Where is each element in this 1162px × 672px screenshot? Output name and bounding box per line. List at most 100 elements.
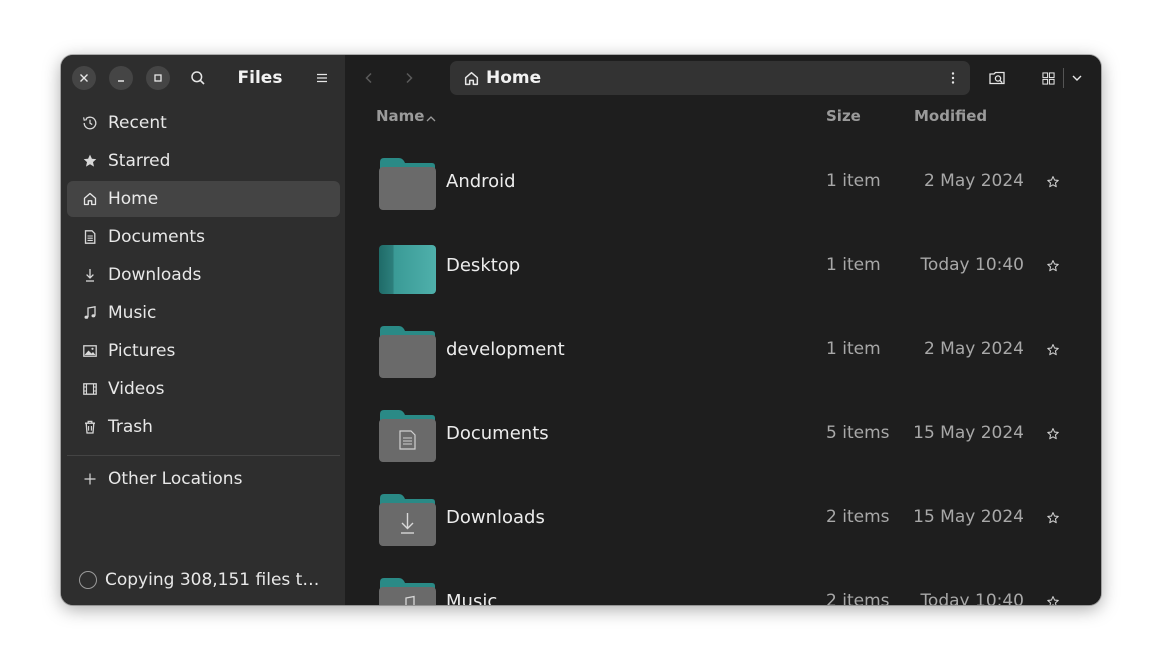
minimize-icon [118,80,124,82]
sidebar-item-label: Videos [108,379,165,399]
folder-icon [379,326,436,378]
video-icon [81,381,98,398]
home-icon [81,191,98,208]
folder-menu-button[interactable] [944,69,962,87]
sidebar-item-videos[interactable]: Videos [67,371,340,407]
file-modified: Today 10:40 [920,255,1024,275]
star-button[interactable] [1045,510,1061,526]
view-divider [1063,68,1064,88]
main-menu-button[interactable] [310,66,334,90]
downloads-folder-icon [379,494,436,546]
star-outline-icon [1047,596,1059,605]
file-modified: 2 May 2024 [923,339,1024,359]
file-size: 1 item [826,339,881,359]
picture-icon [81,343,98,360]
operations-status[interactable]: Copying 308,151 files t… [79,568,341,592]
music-icon [81,305,98,322]
sidebar: Files Recent Starred Home Documents Down… [61,55,345,605]
file-row[interactable]: Downloads 2 items 15 May 2024 [345,478,1101,562]
trash-icon [81,419,98,436]
clock-icon [81,115,98,132]
sidebar-item-trash[interactable]: Trash [67,409,340,445]
view-menu-button[interactable] [1070,69,1084,87]
minimize-button[interactable] [109,66,133,90]
sidebar-item-label: Pictures [108,341,176,361]
grid-view-button[interactable] [1039,69,1057,87]
sidebar-item-other-locations[interactable]: Other Locations [67,461,340,497]
star-button[interactable] [1045,426,1061,442]
app-title: Files [237,68,283,88]
column-header-modified[interactable]: Modified [914,107,987,125]
file-name: Desktop [446,255,521,276]
sidebar-item-label: Other Locations [108,469,243,489]
maximize-button[interactable] [146,66,170,90]
operations-status-text: Copying 308,151 files t… [105,570,320,590]
sidebar-header: Files [61,55,345,101]
file-row[interactable]: Documents 5 items 15 May 2024 [345,394,1101,478]
documents-folder-icon [379,410,436,462]
sidebar-item-pictures[interactable]: Pictures [67,333,340,369]
current-folder-label: Home [486,68,542,88]
file-row[interactable]: Android 1 item 2 May 2024 [345,142,1101,226]
file-row[interactable]: development 1 item 2 May 2024 [345,310,1101,394]
file-name: Downloads [446,507,545,528]
home-icon [463,70,480,87]
column-headers: Name Size Modified [345,101,1101,131]
file-size: 2 items [826,507,890,527]
sidebar-item-downloads[interactable]: Downloads [67,257,340,293]
star-outline-icon [1047,344,1059,356]
file-name: Music [446,591,498,605]
search-location-button[interactable] [985,66,1009,90]
file-row[interactable]: Desktop 1 item Today 10:40 [345,226,1101,310]
file-name: Android [446,171,516,192]
plus-icon [81,471,98,488]
file-size: 1 item [826,171,881,191]
file-modified: 15 May 2024 [913,423,1024,443]
hamburger-icon [317,73,327,83]
column-header-name[interactable]: Name [376,107,424,125]
column-header-size[interactable]: Size [826,107,861,125]
folder-icon [379,158,436,210]
location-bar[interactable]: Home [450,61,970,95]
close-icon [80,74,88,82]
search-button[interactable] [186,66,210,90]
star-button[interactable] [1045,258,1061,274]
file-row[interactable]: Music 2 items Today 10:40 [345,562,1101,605]
grid-icon [1041,71,1055,85]
star-button[interactable] [1045,594,1061,605]
header-bar: Home [345,55,1101,101]
sidebar-divider [67,455,340,456]
sidebar-item-recent[interactable]: Recent [67,105,340,141]
back-button[interactable] [357,66,381,90]
star-button[interactable] [1045,174,1061,190]
sidebar-item-label: Starred [108,151,171,171]
chevron-left-icon [365,72,372,84]
star-icon [81,153,98,170]
progress-spinner-icon [79,571,97,589]
desktop-folder-icon [379,245,436,294]
search-icon [191,71,205,85]
close-button[interactable] [72,66,96,90]
star-button[interactable] [1045,342,1061,358]
sidebar-item-home[interactable]: Home [67,181,340,217]
star-outline-icon [1047,176,1059,188]
star-outline-icon [1047,512,1059,524]
file-modified: Today 10:40 [920,591,1024,605]
sidebar-item-label: Downloads [108,265,202,285]
forward-button[interactable] [397,66,421,90]
sidebar-item-label: Documents [108,227,205,247]
sidebar-item-label: Trash [108,417,153,437]
sidebar-item-label: Home [108,189,159,209]
sort-ascending-icon [425,111,437,123]
star-outline-icon [1047,260,1059,272]
main-pane: Home Name Size Modified Android 1 item 2… [345,55,1101,605]
sidebar-item-documents[interactable]: Documents [67,219,340,255]
sidebar-other-locations-section: Other Locations [67,461,340,499]
sidebar-item-starred[interactable]: Starred [67,143,340,179]
star-outline-icon [1047,428,1059,440]
file-size: 2 items [826,591,890,605]
sidebar-item-music[interactable]: Music [67,295,340,331]
file-size: 5 items [826,423,890,443]
kebab-icon [951,72,955,84]
file-name: Documents [446,423,549,444]
